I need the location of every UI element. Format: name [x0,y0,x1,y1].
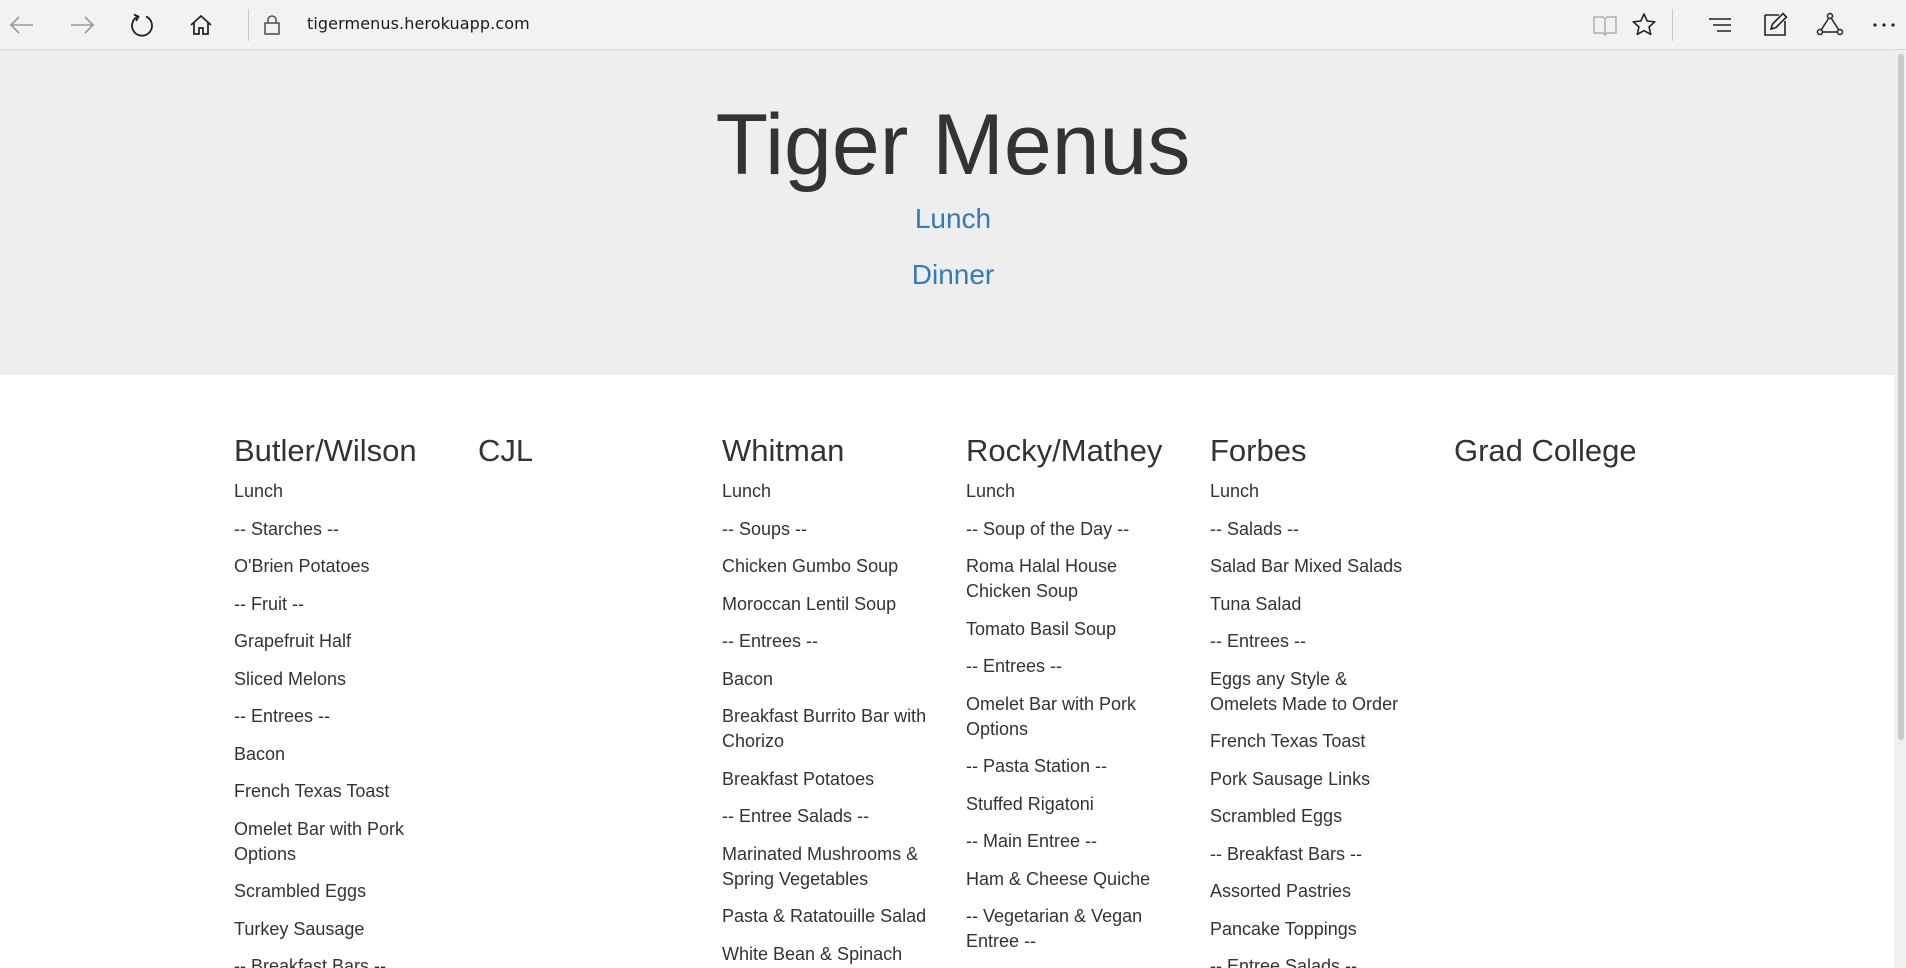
hub-button[interactable] [1700,5,1740,45]
menu-item: Salad Bar Mixed Salads [1210,556,1403,576]
hall-name: Whitman [722,433,845,468]
menu-item: Tuna Salad [1210,593,1302,614]
menu-item: -- Salads -- [1210,518,1300,539]
menu-list: -- Salads -- Salad Bar Mixed Salads Tuna S… [1210,517,1415,968]
menu-item: -- Breakfast Bars -- [1210,843,1363,864]
more-button[interactable] [1864,5,1904,45]
menu-item: Pasta & Ratatouille Salad [722,906,927,926]
reading-view-button[interactable] [1585,5,1625,45]
page-title: Tiger Menus [715,97,1191,193]
menu-item: Pork Sausage Links [1210,768,1371,789]
scrollbar-thumb[interactable] [1898,54,1904,740]
meal-label: Lunch [966,481,1016,501]
home-icon [189,13,213,37]
refresh-icon [129,12,155,38]
hall-column-rocky-mathey: Rocky/Mathey Lunch -- Soup of the Day --… [966,433,1171,967]
hub-icon [1707,15,1733,35]
menu-item: -- Soup of the Day -- [966,518,1130,539]
hall-name: Butler/Wilson [234,433,417,468]
menu-item: -- Breakfast Bars -- [234,956,387,968]
toolbar-divider [1672,9,1673,41]
menu-item: White Bean & Spinach [722,943,903,964]
menu-item: Chicken Gumbo Soup [722,556,899,576]
home-button[interactable] [181,5,221,45]
menu-item: French Texas Toast [1210,731,1366,751]
dining-halls: Butler/Wilson Lunch -- Starches -- O'Brie… [234,433,1694,968]
header-banner: Tiger Menus Lunch Dinner [0,50,1906,375]
menu-item: -- Entrees -- [1210,631,1307,651]
lock-icon [262,13,282,42]
share-icon [1816,12,1844,38]
refresh-button[interactable] [122,5,162,45]
menu-item: Omelet Bar with Pork Options [966,693,1137,739]
menu-item: Ham & Cheese Quiche [966,868,1151,889]
reading-view-icon [1592,14,1618,36]
more-icon [1872,22,1896,28]
meal-label: Lunch [234,481,284,501]
address-bar[interactable]: tigermenus.herokuapp.com [307,14,530,33]
hall-name: Forbes [1210,433,1307,468]
menu-item: -- Entree Salads -- [722,806,870,826]
menu-item: Bacon [722,668,774,689]
forward-arrow-icon [69,15,95,35]
menu-item: Roma Halal House Chicken Soup [966,556,1118,601]
menu-item: -- Pasta Station -- [966,756,1108,776]
menu-item: Marinated Mushrooms & Spring Vegetables [722,843,919,889]
hall-column-grad-college: Grad College [1454,433,1659,479]
hall-name: Rocky/Mathey [966,433,1163,468]
menu-item: Scrambled Eggs [234,881,367,901]
menu-item: Moroccan Lentil Soup [722,593,897,614]
menu-item: Stuffed Rigatoni [966,793,1094,814]
hall-column-butler-wilson: Butler/Wilson Lunch -- Starches -- O'Brie… [234,433,439,968]
meal-label: Lunch [1210,481,1260,501]
vertical-scrollbar[interactable] [1894,50,1906,968]
menu-item: -- Entrees -- [722,631,819,651]
back-arrow-icon [9,15,35,35]
menu-item: Omelet Bar with Pork Options [234,818,405,864]
menu-item: -- Soups -- [722,518,808,539]
menu-item: -- Entrees -- [234,706,331,726]
menu-item: -- Main Entree -- [966,831,1098,851]
menu-item: -- Starches -- [234,518,340,539]
hall-column-cjl: CJL [478,433,683,479]
share-button[interactable] [1810,5,1850,45]
forward-button[interactable] [62,5,102,45]
menu-item: Pancake Toppings [1210,918,1357,939]
menu-item: French Texas Toast [234,781,390,801]
toolbar-divider [248,9,249,41]
menu-item: -- Entrees -- [966,656,1063,676]
hall-name: Grad College [1454,433,1637,468]
menu-list: -- Soup of the Day -- Roma Halal House Ch… [966,517,1171,955]
back-button[interactable] [2,5,42,45]
hall-column-forbes: Forbes Lunch -- Salads -- Salad Bar Mixed… [1210,433,1415,968]
menu-item: Scrambled Eggs [1210,806,1343,826]
lunch-link[interactable]: Lunch [0,203,1906,235]
menu-item: -- Vegetarian & Vegan Entree -- [966,906,1143,951]
menu-item: Breakfast Burrito Bar with Chorizo [722,706,927,751]
hall-column-whitman: Whitman Lunch -- Soups -- Chicken Gumbo S… [722,433,927,968]
hall-name: CJL [478,433,534,468]
menu-item: Grapefruit Half [234,631,352,651]
menu-item: Bacon [234,743,286,764]
menu-item: Assorted Pastries [1210,881,1352,901]
favorite-button[interactable] [1624,5,1664,45]
menu-item: -- Fruit -- [234,593,304,614]
web-page: Tiger Menus Lunch Dinner Butler/Wilson L… [0,50,1906,968]
menu-list: -- Starches -- O'Brien Potatoes -- Fruit -… [234,517,439,968]
menu-item: Turkey Sausage [234,918,365,939]
meal-label: Lunch [722,481,772,501]
menu-item: Eggs any Style & Omelets Made to Order [1210,668,1399,714]
menu-list: -- Soups -- Chicken Gumbo Soup Moroccan Le… [722,517,927,967]
browser-toolbar: tigermenus.herokuapp.com [0,0,1906,50]
web-note-button[interactable] [1755,5,1795,45]
web-note-icon [1762,12,1788,38]
menu-item: Breakfast Potatoes [722,768,875,789]
menu-item: Sliced Melons [234,668,347,689]
dinner-link[interactable]: Dinner [0,259,1906,291]
menu-item: Tomato Basil Soup [966,618,1117,639]
favorite-star-icon [1631,12,1657,38]
menu-item: -- Entree Salads -- [1210,956,1358,968]
menu-item: O'Brien Potatoes [234,556,370,576]
